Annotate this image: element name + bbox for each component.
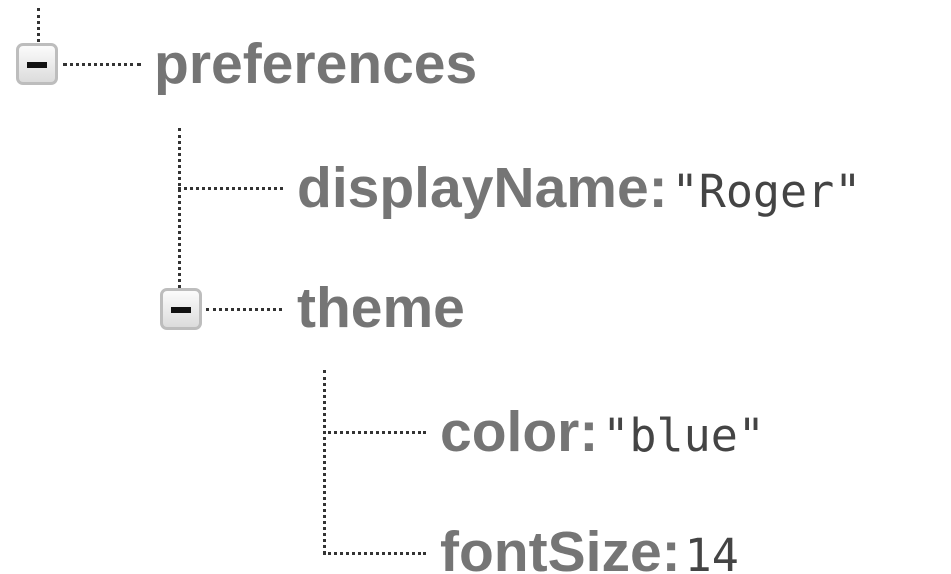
connector-line [178, 187, 283, 190]
node-key: preferences [154, 32, 478, 96]
node-value: "blue" [602, 409, 765, 462]
connector-line [323, 552, 426, 555]
node-key: displayName: [297, 156, 668, 220]
tree-node-fontsize[interactable]: fontSize: 14 [440, 524, 739, 574]
node-key: color: [440, 400, 599, 464]
connector-line [323, 431, 426, 434]
json-tree-view: preferences displayName: "Roger" theme c… [0, 0, 951, 574]
node-value: "Roger" [671, 165, 862, 218]
node-key: fontSize: [440, 520, 681, 574]
connector-line [63, 63, 141, 66]
collapse-toggle-preferences[interactable] [16, 43, 58, 85]
tree-node-displayname[interactable]: displayName: "Roger" [297, 160, 861, 217]
node-value: 14 [684, 529, 739, 574]
connector-line [323, 370, 326, 554]
tree-node-color[interactable]: color: "blue" [440, 404, 765, 461]
node-key: theme [297, 276, 465, 340]
connector-line [37, 8, 40, 42]
collapse-toggle-theme[interactable] [160, 288, 202, 330]
minus-icon [27, 62, 47, 68]
connector-line [178, 128, 181, 288]
tree-node-theme[interactable]: theme [297, 280, 465, 337]
minus-icon [171, 307, 191, 313]
connector-line [206, 308, 282, 311]
tree-node-preferences[interactable]: preferences [154, 36, 477, 93]
